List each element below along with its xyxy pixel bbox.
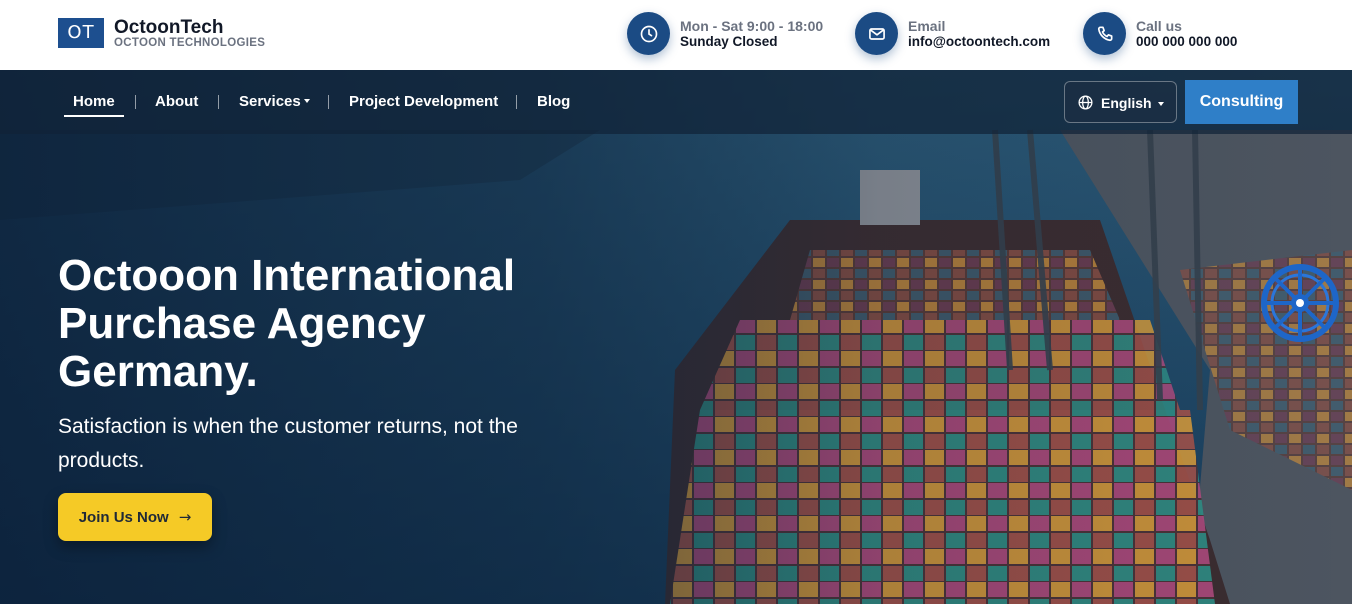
clock-icon (627, 12, 670, 55)
nav-about[interactable]: About (155, 93, 198, 110)
nav-divider (218, 95, 219, 109)
nav-home[interactable]: Home (73, 93, 115, 110)
nav-divider (135, 95, 136, 109)
nav-active-indicator (64, 115, 124, 117)
language-selector[interactable]: English (1064, 81, 1177, 123)
logo[interactable]: OT (58, 18, 104, 48)
email-address[interactable]: info@octoontech.com (908, 34, 1050, 49)
top-bar: OT OctoonTech OCTOON TECHNOLOGIES Mon - … (0, 0, 1352, 70)
nav-divider (328, 95, 329, 109)
hero-title-line: Germany. (58, 347, 258, 396)
phone-label: Call us (1136, 18, 1182, 34)
brand-name[interactable]: OctoonTech (114, 17, 223, 39)
hero-section: Home About Services Project Development … (0, 70, 1352, 604)
nav-blog[interactable]: Blog (537, 93, 570, 110)
hero-subtitle: Satisfaction is when the customer return… (58, 415, 518, 472)
consulting-button[interactable]: Consulting (1185, 80, 1298, 124)
join-us-label: Join Us Now (78, 508, 169, 526)
join-us-button[interactable]: Join Us Now → (58, 493, 212, 541)
nav-services[interactable]: Services (239, 93, 310, 110)
language-label: English (1101, 95, 1152, 111)
phone-number[interactable]: 000 000 000 000 (1136, 34, 1237, 49)
nav-divider (516, 95, 517, 109)
envelope-icon (855, 12, 898, 55)
ship-wheel-icon[interactable] (1258, 261, 1342, 345)
brand-subtitle: OCTOON TECHNOLOGIES (114, 37, 266, 49)
arrow-right-icon: → (178, 508, 192, 526)
hours-line: Mon - Sat 9:00 - 18:00 (680, 18, 824, 34)
phone-icon (1083, 12, 1126, 55)
chevron-down-icon (303, 98, 310, 103)
nav-services-label: Services (239, 93, 301, 110)
chevron-down-icon (1158, 102, 1164, 106)
email-label: Email (908, 18, 946, 34)
hero-title-line: Purchase Agency (58, 299, 426, 348)
hero-title-line: Octooon International (58, 251, 516, 300)
hero-title: Octooon International Purchase Agency Ge… (58, 252, 618, 396)
globe-icon (1078, 95, 1093, 110)
main-navbar: Home About Services Project Development … (0, 70, 1352, 134)
closed-line: Sunday Closed (680, 34, 778, 49)
nav-project-development[interactable]: Project Development (349, 93, 498, 110)
